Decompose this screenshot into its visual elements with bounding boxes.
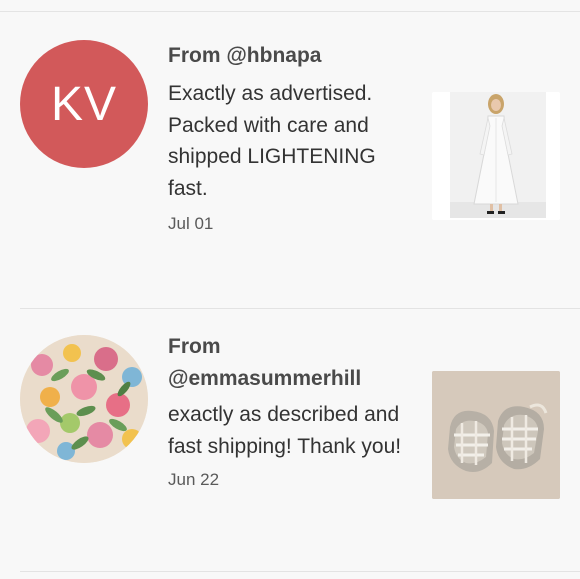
review-card: KV From @hbnapa Exactly as advertised. P… (0, 0, 580, 308)
review-content: From @emmasummerhill exactly as describe… (168, 331, 418, 490)
review-text: exactly as described and fast shipping! … (168, 403, 402, 458)
baby-sandals-photo-icon (432, 371, 560, 499)
avatar[interactable]: KV (20, 40, 148, 168)
white-dress-photo-icon (432, 92, 560, 220)
review-content: From @hbnapa Exactly as advertised. Pack… (168, 40, 418, 234)
floral-avatar-icon (20, 335, 148, 463)
review-divider (20, 571, 580, 572)
review-author[interactable]: From @emmasummerhill (168, 331, 418, 395)
review-date: Jun 22 (168, 470, 220, 489)
review-date: Jul 01 (168, 214, 214, 233)
avatar-initials: KV (50, 77, 118, 131)
listing-thumbnail[interactable] (432, 92, 560, 220)
review-text: Exactly as advertised. Packed with care … (168, 82, 376, 200)
review-card: From @emmasummerhill exactly as describe… (0, 309, 580, 571)
listing-thumbnail[interactable] (432, 371, 560, 499)
review-author[interactable]: From @hbnapa (168, 40, 418, 72)
avatar[interactable] (20, 335, 148, 463)
